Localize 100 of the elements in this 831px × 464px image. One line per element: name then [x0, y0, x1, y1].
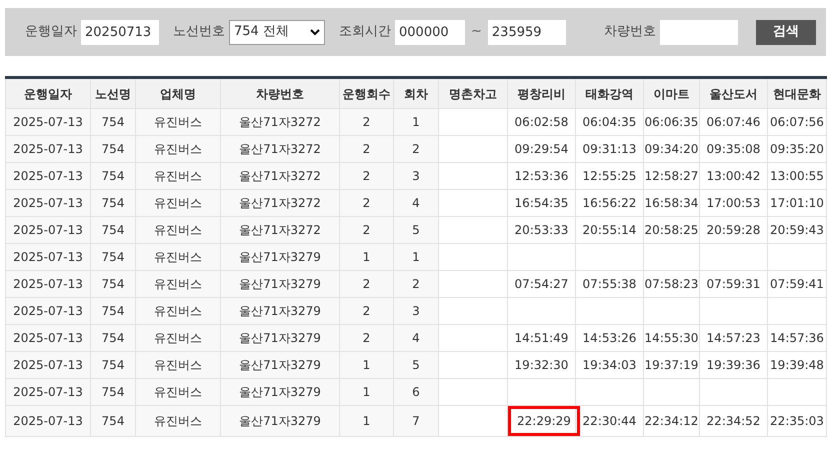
table-cell: 울산71자3272: [220, 216, 340, 244]
column-header: 현대문화: [768, 78, 826, 108]
table-cell: 1: [394, 108, 438, 136]
table-cell: 2: [340, 108, 394, 136]
table-cell: 2025-07-13: [6, 136, 90, 162]
table-cell: 2: [340, 298, 394, 324]
filter-label: 노선번호: [173, 23, 225, 42]
table-cell: 6: [394, 378, 438, 406]
table-cell: 754: [90, 352, 136, 378]
table-cell: 14:57:23: [706, 331, 760, 345]
table-cell: 1: [340, 352, 394, 378]
table-cell: 06:04:35: [582, 115, 636, 129]
time-to-field[interactable]: 235959: [488, 20, 566, 44]
table-cell: 유진버스: [136, 216, 220, 244]
table-cell: 울산71자3272: [220, 190, 340, 216]
column-header: 태화강역: [576, 78, 644, 108]
table-cell: 07:59:31: [706, 277, 760, 291]
table-cell: 2025-07-13: [6, 216, 90, 244]
table-cell: 13:00:55: [770, 169, 824, 183]
table-cell: 06:02:58: [514, 115, 568, 129]
table-cell: 14:51:49: [514, 331, 568, 345]
table-cell: 20:55:14: [582, 223, 636, 237]
table-cell: 1: [340, 244, 394, 270]
table-cell: 07:58:23: [644, 277, 698, 291]
table-cell: 12:58:27: [644, 169, 698, 183]
table-cell: 2: [340, 136, 394, 162]
chevron-down-icon: [310, 28, 320, 36]
table-cell: 19:37:19: [644, 358, 698, 372]
table-cell: 09:34:20: [644, 142, 698, 156]
table-cell: 12:55:25: [582, 169, 636, 183]
table-cell: 07:59:41: [770, 277, 824, 291]
highlighted-time: 22:29:29: [508, 406, 580, 436]
table-cell: 울산71자3279: [220, 406, 340, 436]
table-cell: 4: [394, 190, 438, 216]
table-cell: 20:53:33: [514, 223, 568, 237]
table-cell: 2025-07-13: [6, 378, 90, 406]
table-cell: 754: [90, 108, 136, 136]
table-cell: 2025-07-13: [6, 298, 90, 324]
filter-label: 조회시간: [339, 23, 391, 42]
table-cell: 울산71자3279: [220, 298, 340, 324]
table-cell: 유진버스: [136, 162, 220, 190]
filter-label: 운행일자: [25, 23, 77, 42]
table-cell: 12:53:36: [514, 169, 568, 183]
table-cell: 19:39:36: [706, 358, 760, 372]
column-header: 운행회수: [340, 78, 394, 108]
table-cell: 울산71자3279: [220, 378, 340, 406]
table-cell: 울산71자3279: [220, 244, 340, 270]
column-header: 업체명: [136, 78, 220, 108]
table-cell: 19:32:30: [514, 358, 568, 372]
table-cell: 유진버스: [136, 244, 220, 270]
table-cell: 울산71자3279: [220, 352, 340, 378]
table-cell: 2025-07-13: [6, 108, 90, 136]
table-cell: 17:01:10: [770, 196, 824, 210]
table-cell: 22:30:44: [582, 414, 636, 428]
table-cell: 14:57:36: [770, 331, 824, 345]
text-field[interactable]: [660, 20, 738, 44]
table-cell: 2025-07-13: [6, 190, 90, 216]
table-cell: 22:34:12: [644, 414, 698, 428]
column-header: 차량번호: [220, 78, 340, 108]
table-cell: 유진버스: [136, 190, 220, 216]
table-cell: 1: [340, 378, 394, 406]
column-header: 운행일자: [6, 78, 90, 108]
table-cell: 754: [90, 270, 136, 298]
table-cell: 16:58:34: [644, 196, 698, 210]
table-cell: 2025-07-13: [6, 162, 90, 190]
route-select[interactable]: 754 전체: [229, 20, 325, 44]
table-cell: 3: [394, 298, 438, 324]
table-cell: 22:35:03: [770, 414, 824, 428]
table-cell: 2: [394, 270, 438, 298]
table-cell: 유진버스: [136, 298, 220, 324]
table-cell: 13:00:42: [706, 169, 760, 183]
column-header: 회차: [394, 78, 438, 108]
table-cell: 19:39:48: [770, 358, 824, 372]
table-cell: 4: [394, 324, 438, 352]
table-cell: 울산71자3272: [220, 136, 340, 162]
table-cell: 06:06:35: [644, 115, 698, 129]
table-cell: 09:31:13: [582, 142, 636, 156]
table-cell: 2: [340, 216, 394, 244]
filter-label: 차량번호: [604, 23, 656, 42]
table-cell: 유진버스: [136, 108, 220, 136]
table-cell: 19:34:03: [582, 358, 636, 372]
table-cell: 06:07:46: [706, 115, 760, 129]
table-cell: 2025-07-13: [6, 352, 90, 378]
column-header: 울산도서: [700, 78, 768, 108]
table-cell: 09:35:08: [706, 142, 760, 156]
column-header: 명촌차고: [438, 78, 508, 108]
text-field[interactable]: 20250713: [81, 20, 159, 44]
table-cell: 07:55:38: [582, 277, 636, 291]
table-cell: 754: [90, 378, 136, 406]
table-cell: 754: [90, 298, 136, 324]
table-cell: 2025-07-13: [6, 244, 90, 270]
table-cell: 유진버스: [136, 270, 220, 298]
table-cell: 14:55:30: [644, 331, 698, 345]
table-cell: 20:58:25: [644, 223, 698, 237]
search-button[interactable]: 검색: [756, 20, 816, 44]
table-cell: 754: [90, 406, 136, 436]
table-cell: 1: [340, 406, 394, 436]
time-from-field[interactable]: 000000: [395, 20, 465, 44]
table-cell: 20:59:43: [770, 223, 824, 237]
table-cell: 754: [90, 162, 136, 190]
